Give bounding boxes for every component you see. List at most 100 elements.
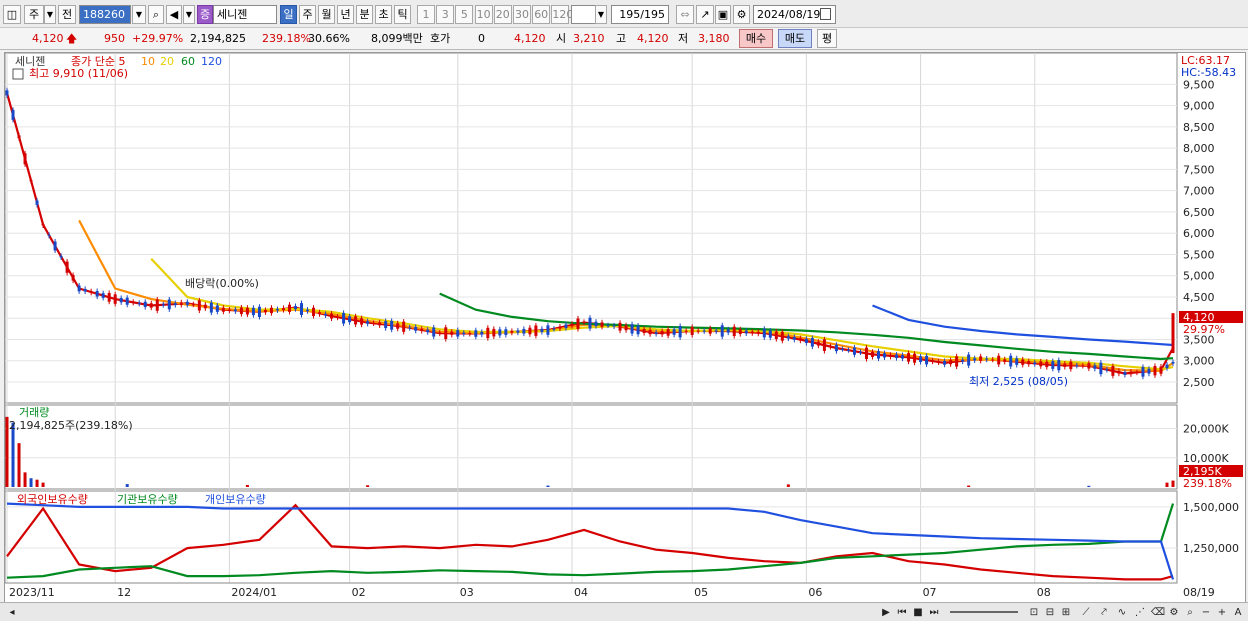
volume-annotation: 2,194,825주(239.18%) (9, 419, 133, 432)
y-tick-label: 5,500 (1183, 248, 1215, 261)
text-tool-icon[interactable]: A (1230, 605, 1246, 620)
first-button[interactable]: ⏮ (894, 605, 910, 620)
candle-body (354, 316, 358, 325)
zoom-icon[interactable]: ⌕ (1182, 605, 1198, 620)
scroll-left-icon[interactable]: ◂ (4, 605, 20, 620)
minute-tab-60[interactable]: 60 (532, 5, 551, 24)
period-tab-4[interactable]: 분 (356, 5, 373, 24)
stock-name-field[interactable]: 세니젠 (213, 5, 277, 24)
code-dropdown-icon[interactable]: ▼ (132, 5, 146, 24)
candle-body (480, 331, 484, 335)
minute-tab-1[interactable]: 1 (417, 5, 435, 24)
period-tab-3[interactable]: 년 (337, 5, 354, 24)
candle-body (816, 341, 820, 346)
period-tab-1[interactable]: 주 (299, 5, 316, 24)
minute-tab-20[interactable]: 20 (493, 5, 512, 24)
candle-body (221, 307, 225, 312)
wave-tool-icon[interactable]: ∿ (1114, 605, 1130, 620)
vol-tick-label: 10,000K (1183, 452, 1229, 465)
candle-body (720, 325, 724, 337)
fib-tool-icon[interactable]: ⋰ (1132, 605, 1148, 620)
minute-dropdown-icon[interactable]: ▼ (595, 5, 607, 24)
candle-body (137, 302, 141, 304)
candle-body (786, 336, 790, 339)
candle-body (131, 301, 135, 303)
stop-button[interactable]: ■ (910, 605, 926, 620)
candle-body (1081, 365, 1085, 367)
candle-body (149, 303, 153, 308)
minute-tab-120[interactable]: 120 (551, 5, 573, 24)
period-tab-2[interactable]: 월 (318, 5, 335, 24)
candle-body (1033, 362, 1037, 365)
sync-icon[interactable]: ⇔ (676, 5, 694, 24)
draw-tool-icon[interactable]: ↗ (696, 5, 714, 24)
type-select[interactable]: 주 (24, 5, 44, 24)
candle-body (65, 261, 69, 273)
minute-tab-5[interactable]: 5 (455, 5, 474, 24)
candle-body (1141, 366, 1145, 377)
x-tick-label: 12 (117, 586, 131, 599)
trend-tool-icon[interactable]: ⤤ (1096, 605, 1112, 620)
candle-body (1111, 366, 1115, 376)
minute-tab-30[interactable]: 30 (513, 5, 531, 24)
chart-area[interactable]: 2023/11 12 2024/01 02 03 04 05 06 07 08 08/19 9,500… (4, 52, 1246, 604)
candle-body (949, 360, 953, 365)
save-icon[interactable]: ▣ (715, 5, 731, 24)
candle-body (606, 325, 610, 327)
calendar-icon[interactable] (820, 8, 831, 20)
candle-body (438, 332, 442, 334)
candle-body (191, 304, 195, 306)
candle-body (336, 316, 340, 318)
high-price: 4,120 (637, 32, 669, 45)
candle-body (179, 302, 183, 306)
x-tick-label: 02 (352, 586, 366, 599)
chart-svg[interactable]: 2023/11 12 2024/01 02 03 04 05 06 07 08 08/19 9,500… (4, 52, 1245, 603)
hoga-value: 0 (478, 32, 485, 45)
candle-body (89, 291, 93, 293)
erase-tool-icon[interactable]: ⌫ (1150, 605, 1166, 620)
speaker-icon[interactable]: ◀ (166, 5, 182, 24)
open-price: 3,210 (573, 32, 605, 45)
layout-icon[interactable]: ⊡ (1026, 605, 1042, 620)
buy-button[interactable]: 매수 (739, 29, 773, 48)
eval-button[interactable]: 평 (817, 29, 837, 48)
period-tab-6[interactable]: 틱 (394, 5, 411, 24)
candle-body (804, 338, 808, 343)
minute-tab-10[interactable]: 10 (474, 5, 493, 24)
high-label: 고 (616, 32, 627, 45)
chart-menu-icon[interactable]: ◫ (3, 5, 21, 24)
type-dropdown-icon[interactable]: ▼ (44, 5, 56, 24)
line-tool-icon[interactable]: ⟋ (1078, 605, 1094, 620)
period-tab-0[interactable]: 일 (280, 5, 297, 24)
volume-bar (17, 443, 21, 487)
candle-body (35, 200, 39, 205)
candle-body (275, 309, 279, 311)
stock-code-input[interactable]: 188260 (79, 5, 131, 24)
zoom-out-icon[interactable]: − (1198, 605, 1214, 620)
period-tab-5[interactable]: 초 (375, 5, 392, 24)
split-icon[interactable]: ⊟ (1042, 605, 1058, 620)
candle-body (738, 329, 742, 335)
config-tool-icon[interactable]: ⚙ (1166, 605, 1182, 620)
candle-body (209, 302, 213, 313)
zoom-in-icon[interactable]: + (1214, 605, 1230, 620)
count-field[interactable]: 195/195 (611, 5, 669, 24)
prev-button[interactable]: 전 (58, 5, 76, 24)
candle-body (23, 153, 27, 165)
speaker-dropdown-icon[interactable]: ▼ (183, 5, 195, 24)
candle-body (654, 332, 658, 334)
window-icon[interactable]: ⊞ (1058, 605, 1074, 620)
zoom-slider[interactable] (950, 611, 1018, 613)
settings-gear-icon[interactable]: ⚙ (733, 5, 750, 24)
legend-foreign: 외국인보유수량 (17, 493, 88, 506)
minute-tab-3[interactable]: 3 (436, 5, 455, 24)
candle-body (696, 330, 700, 332)
x-tick-label: 08 (1037, 586, 1051, 599)
candle-body (125, 297, 129, 305)
sell-button[interactable]: 매도 (778, 29, 812, 48)
candle-body (985, 358, 989, 360)
candle-body (919, 356, 923, 362)
search-icon[interactable]: ⌕ (148, 5, 164, 24)
play-button[interactable]: ▶ (878, 605, 894, 620)
last-button[interactable]: ⏭ (926, 605, 942, 620)
